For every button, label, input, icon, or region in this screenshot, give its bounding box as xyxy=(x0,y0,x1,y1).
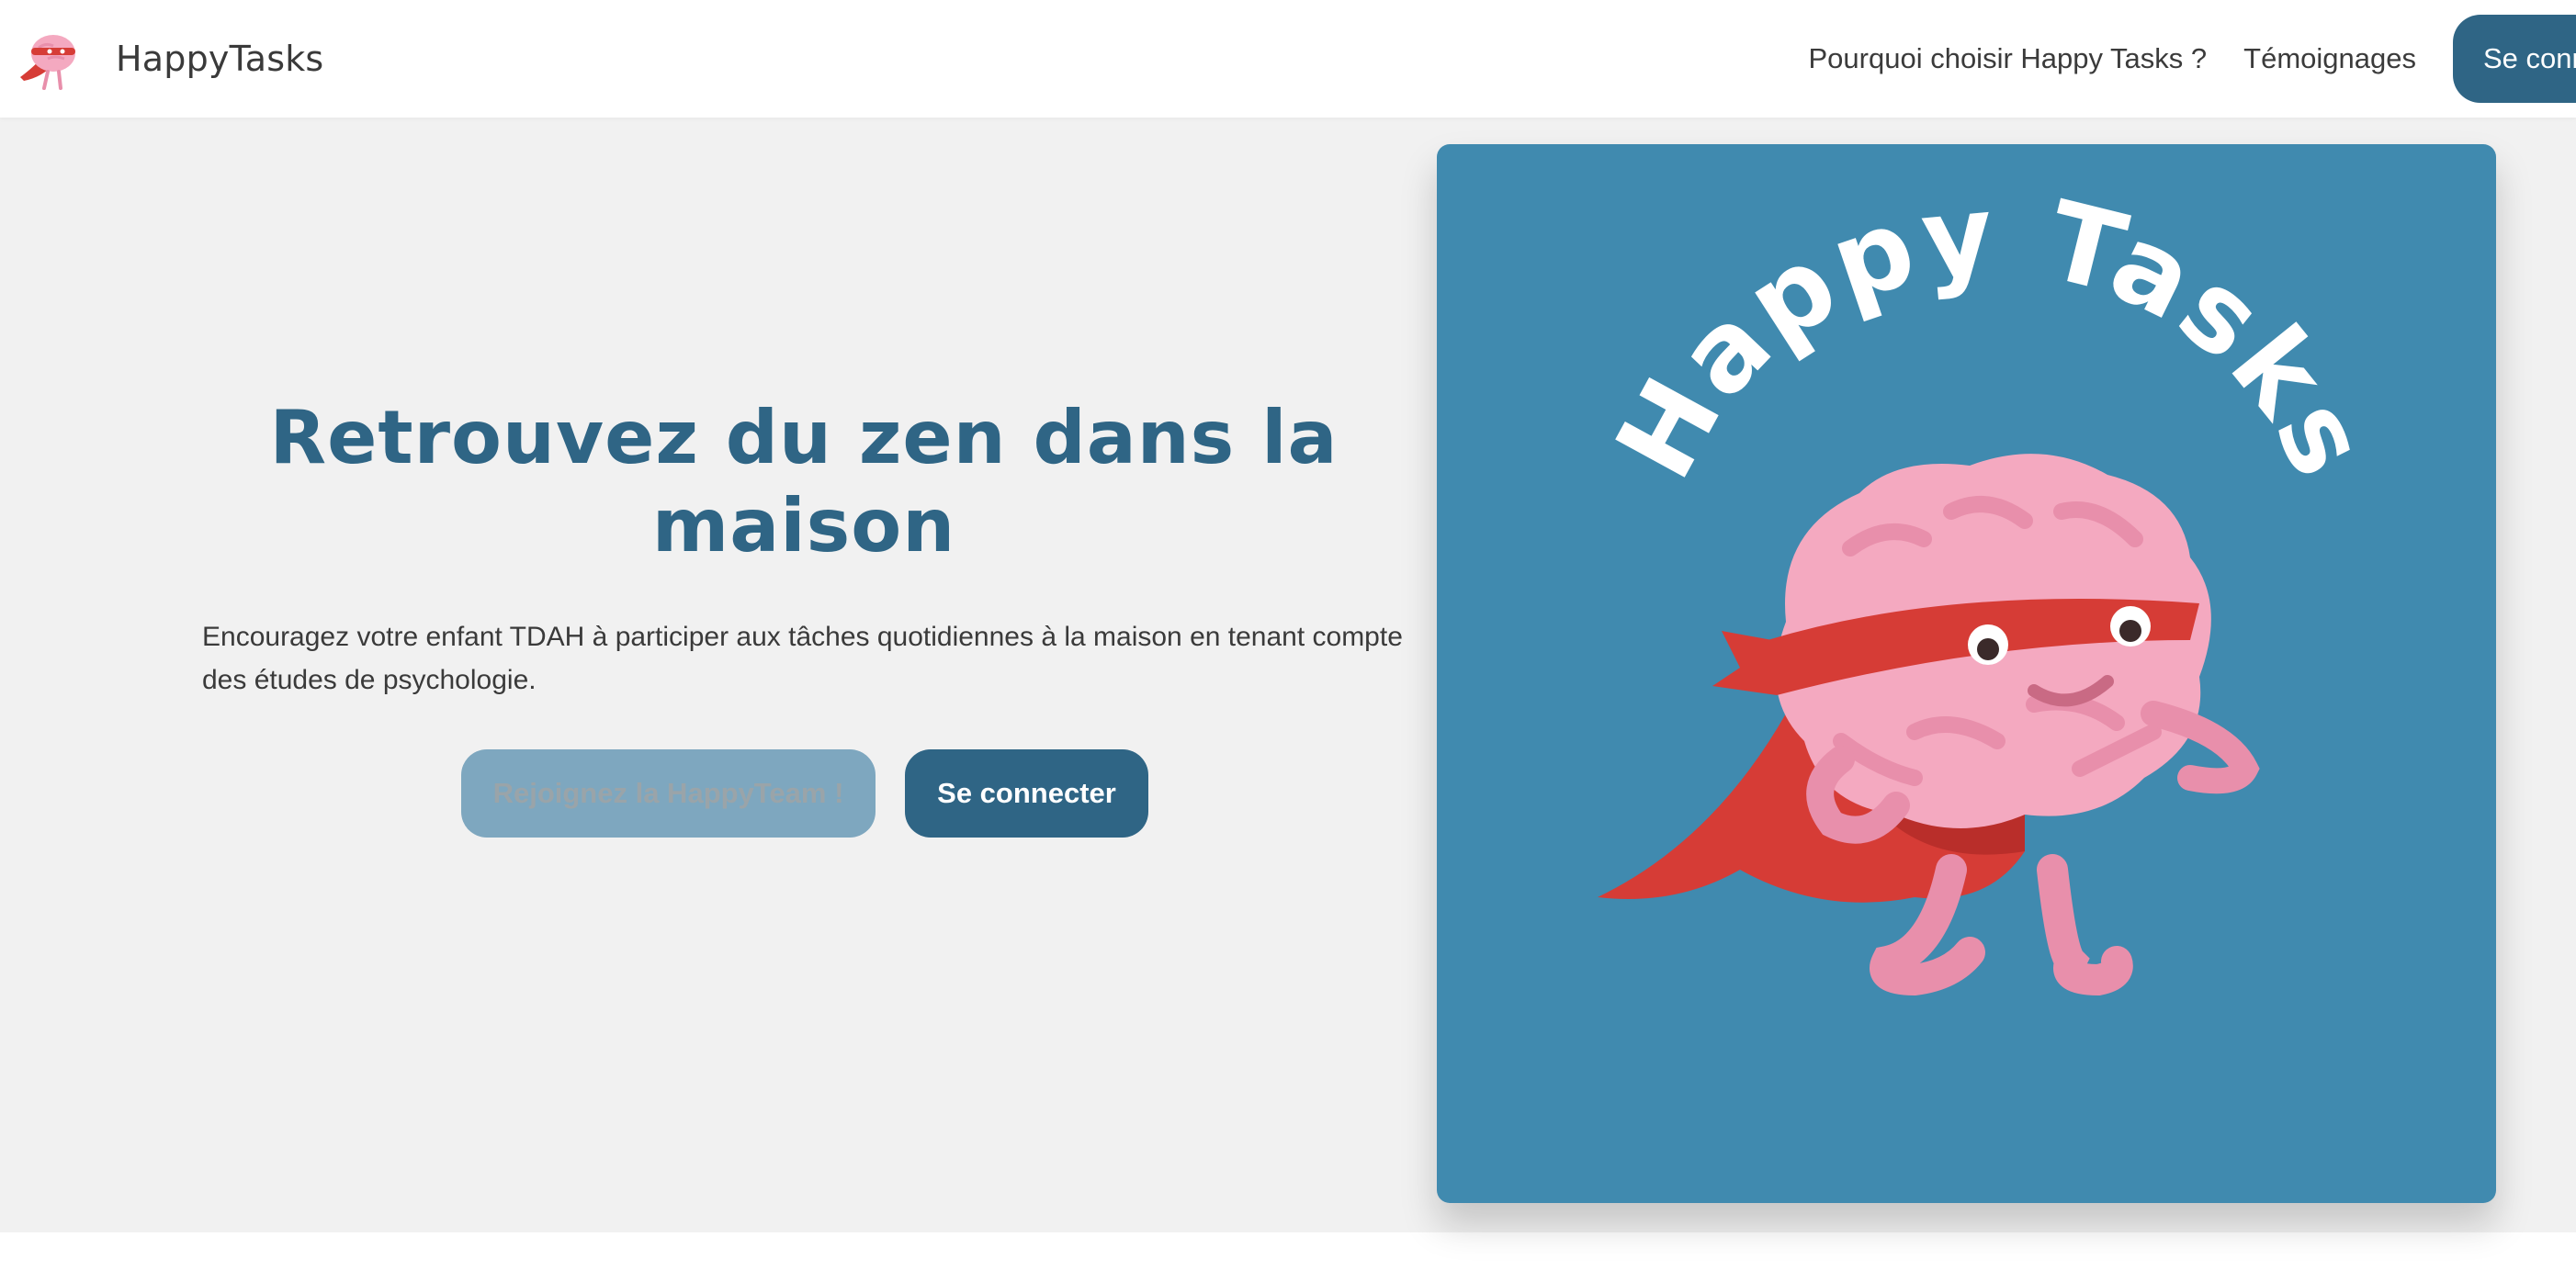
hero-illustration-card: Happy Tasks xyxy=(1437,144,2496,1203)
svg-text:Happy Tasks: Happy Tasks xyxy=(1591,170,2395,499)
nav-login-button[interactable]: Se conn xyxy=(2453,15,2576,103)
hero-section: Retrouvez du zen dans la maison Encourag… xyxy=(0,118,2576,1232)
hero-description: Encouragez votre enfant TDAH à participe… xyxy=(202,622,1403,695)
illustration-title: Happy Tasks xyxy=(1591,170,2391,499)
navbar: HappyTasks Pourquoi choisir Happy Tasks … xyxy=(0,0,2576,118)
superhero-brain-illustration: Happy Tasks xyxy=(1591,170,2395,996)
nav-link-testimonials[interactable]: Témoignages xyxy=(2243,42,2416,75)
nav-links: Pourquoi choisir Happy Tasks ? Témoignag… xyxy=(1809,0,2576,118)
nav-link-why[interactable]: Pourquoi choisir Happy Tasks ? xyxy=(1809,42,2208,75)
superhero-brain-icon xyxy=(20,35,75,90)
hero-title: Retrouvez du zen dans la maison xyxy=(269,395,1339,568)
brand-name: HappyTasks xyxy=(116,39,324,79)
join-happyteam-button[interactable]: Rejoignez la HappyTeam ! xyxy=(461,749,876,838)
brand[interactable]: HappyTasks xyxy=(15,24,323,94)
login-button[interactable]: Se connecter xyxy=(905,749,1148,838)
